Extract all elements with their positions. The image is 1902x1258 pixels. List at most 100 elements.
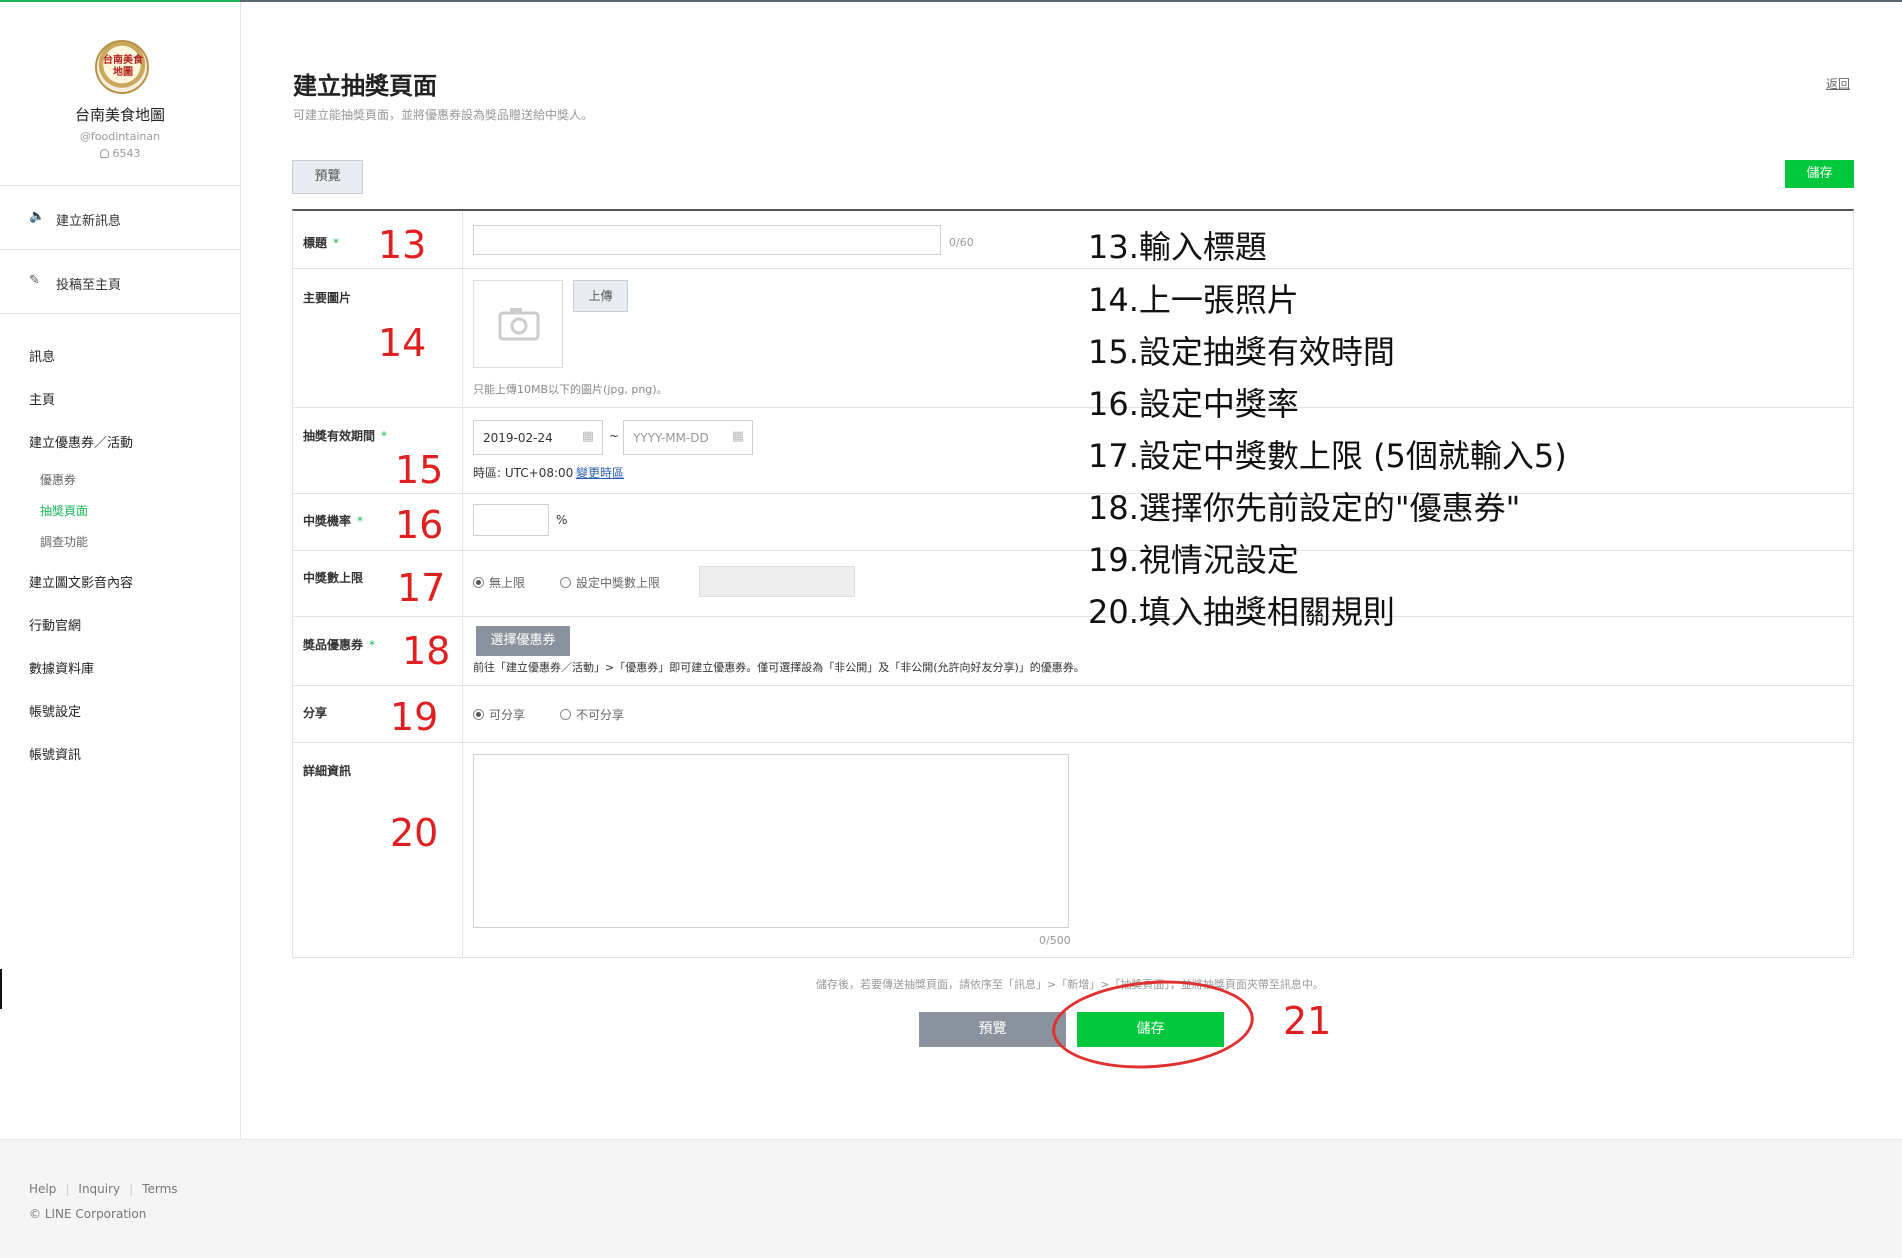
- sidebar-item-account-settings[interactable]: 帳號設定: [0, 691, 240, 734]
- share-label: 分享: [303, 706, 328, 720]
- annotation-20: 20.填入抽獎相關規則: [1088, 593, 1395, 631]
- radio-checked: [473, 709, 484, 720]
- user-icon: [99, 149, 109, 158]
- upload-button[interactable]: 上傳: [573, 280, 628, 312]
- limit-label: 中獎數上限: [303, 571, 364, 585]
- create-message-button[interactable]: 🔈 建立新訊息: [0, 186, 240, 250]
- period-label: 抽獎有效期間 *: [303, 429, 388, 443]
- annotation-15: 15.設定抽獎有效時間: [1088, 333, 1395, 371]
- percent-unit: %: [556, 513, 568, 527]
- terms-link[interactable]: Terms: [142, 1182, 177, 1196]
- help-link[interactable]: Help: [29, 1182, 56, 1196]
- step-17-marker: 17: [397, 566, 446, 610]
- row-divider: [293, 616, 1853, 617]
- post-to-home-label: 投稿至主頁: [56, 278, 122, 293]
- inquiry-link[interactable]: Inquiry: [78, 1182, 120, 1196]
- link-separator: |: [65, 1182, 70, 1196]
- sidebar-item-lottery[interactable]: 抽獎頁面: [0, 496, 240, 527]
- end-date-placeholder: YYYY-MM-DD: [633, 431, 709, 445]
- preview-button-bottom[interactable]: 預覽: [919, 1012, 1066, 1047]
- sidebar-item-coupon[interactable]: 優惠券: [0, 465, 240, 496]
- annotation-16: 16.設定中獎率: [1088, 385, 1299, 423]
- annotation-13: 13.輸入標題: [1088, 228, 1267, 266]
- edit-icon: ✎: [29, 273, 40, 288]
- select-coupon-button[interactable]: 選擇優惠券: [476, 626, 570, 656]
- share-yes-radio[interactable]: 可分享: [473, 706, 525, 723]
- create-message-label: 建立新訊息: [56, 214, 122, 229]
- details-textarea[interactable]: [473, 754, 1069, 928]
- sidebar-nav: 訊息 主頁 建立優惠券／活動 優惠券 抽獎頁面 調查功能 建立圖文影音內容 行動…: [0, 314, 240, 777]
- win-rate-input[interactable]: [473, 504, 549, 536]
- step-20-marker: 20: [390, 811, 439, 855]
- annotation-17: 17.設定中獎數上限 (5個就輸入5): [1088, 437, 1567, 475]
- account-handle: @foodintainan: [79, 130, 161, 143]
- copyright: © LINE Corporation: [29, 1207, 147, 1221]
- limit-count-input[interactable]: [699, 566, 855, 597]
- radio-checked: [473, 577, 484, 588]
- timezone-label: 時區: UTC+08:00: [473, 466, 574, 480]
- step-13-marker: 13: [378, 223, 427, 267]
- sidebar-item-messages[interactable]: 訊息: [0, 336, 240, 379]
- limit-unlimited-radio[interactable]: 無上限: [473, 574, 525, 591]
- row-divider: [293, 685, 1853, 686]
- sidebar-item-coupons-events[interactable]: 建立優惠券／活動: [0, 422, 240, 465]
- page-subtitle: 可建立能抽獎頁面，並將優惠券設為獎品贈送給中獎人。: [293, 108, 594, 122]
- save-button-top[interactable]: 儲存: [1785, 160, 1854, 188]
- title-label: 標題 *: [303, 236, 340, 250]
- end-date-input[interactable]: YYYY-MM-DD ▦: [623, 420, 753, 455]
- megaphone-icon: 🔈: [29, 209, 46, 224]
- step-21-marker: 21: [1283, 999, 1332, 1043]
- step-18-marker: 18: [402, 629, 451, 673]
- coupon-note: 前往「建立優惠券／活動」>「優惠券」即可建立優惠券。僅可選擇設為「非公開」及「非…: [473, 661, 1085, 674]
- details-counter: 0/500: [1039, 934, 1071, 947]
- sidebar-item-mobile-site[interactable]: 行動官網: [0, 605, 240, 648]
- image-placeholder[interactable]: [473, 280, 563, 368]
- sidebar-item-account-info[interactable]: 帳號資訊: [0, 734, 240, 777]
- save-instructions: 儲存後，若要傳送抽獎頁面，請依序至「訊息」>「新增」>「抽獎頁面」，並將抽獎頁面…: [816, 978, 1324, 991]
- change-timezone-link[interactable]: 變更時區: [576, 464, 624, 481]
- logo-text: 台南美食地圖: [103, 55, 143, 78]
- sidebar: 台南美食地圖 台南美食地圖 @foodintainan 6543 🔈 建立新訊息…: [0, 2, 241, 1139]
- lottery-form: 標題 * 13 0/60 主要圖片 14 上傳 只能上傳10MB以下的圖片(jpg…: [292, 209, 1854, 958]
- preview-button-top[interactable]: 預覽: [292, 160, 363, 194]
- radio-unchecked: [560, 577, 571, 588]
- page-footer: Help | Inquiry | Terms © LINE Corporation: [0, 1139, 1902, 1258]
- share-no-radio[interactable]: 不可分享: [560, 706, 624, 723]
- title-counter: 0/60: [949, 236, 974, 249]
- friend-count-value: 6543: [112, 147, 141, 160]
- calendar-icon[interactable]: ▦: [732, 429, 744, 444]
- step-16-marker: 16: [395, 503, 444, 547]
- title-input[interactable]: [473, 225, 941, 255]
- sidebar-item-home[interactable]: 主頁: [0, 379, 240, 422]
- sidebar-item-rich-content[interactable]: 建立圖文影音內容: [0, 562, 240, 605]
- coupon-label: 獎品優惠券 *: [303, 638, 376, 652]
- start-date-input[interactable]: 2019-02-24 ▦: [473, 420, 603, 455]
- row-divider: [293, 268, 1853, 269]
- edge-marker: [0, 969, 2, 1009]
- account-name: 台南美食地圖: [74, 106, 165, 124]
- page-title: 建立抽獎頁面: [293, 72, 437, 100]
- footer-links: Help | Inquiry | Terms: [29, 1182, 178, 1196]
- limit-set-radio[interactable]: 設定中獎數上限: [560, 574, 660, 591]
- step-15-marker: 15: [395, 448, 444, 492]
- annotation-19: 19.視情況設定: [1088, 541, 1299, 579]
- post-to-home-button[interactable]: ✎ 投稿至主頁: [0, 250, 240, 314]
- row-divider: [293, 550, 1853, 551]
- image-label: 主要圖片: [303, 291, 352, 305]
- details-label: 詳細資訊: [303, 764, 352, 778]
- sidebar-item-database[interactable]: 數據資料庫: [0, 648, 240, 691]
- link-separator: |: [129, 1182, 134, 1196]
- rate-label: 中獎機率 *: [303, 514, 364, 528]
- row-divider: [293, 493, 1853, 494]
- step-19-marker: 19: [390, 695, 439, 739]
- start-date-value: 2019-02-24: [483, 431, 553, 445]
- radio-unchecked: [560, 709, 571, 720]
- sidebar-item-survey[interactable]: 調查功能: [0, 527, 240, 558]
- back-link[interactable]: 返回: [1826, 75, 1850, 92]
- image-hint: 只能上傳10MB以下的圖片(jpg, png)。: [473, 383, 668, 396]
- row-divider: [293, 742, 1853, 743]
- top-border: [0, 0, 1902, 2]
- account-profile: 台南美食地圖 台南美食地圖 @foodintainan 6543: [0, 2, 240, 186]
- calendar-icon[interactable]: ▦: [582, 429, 594, 444]
- row-divider: [293, 407, 1853, 408]
